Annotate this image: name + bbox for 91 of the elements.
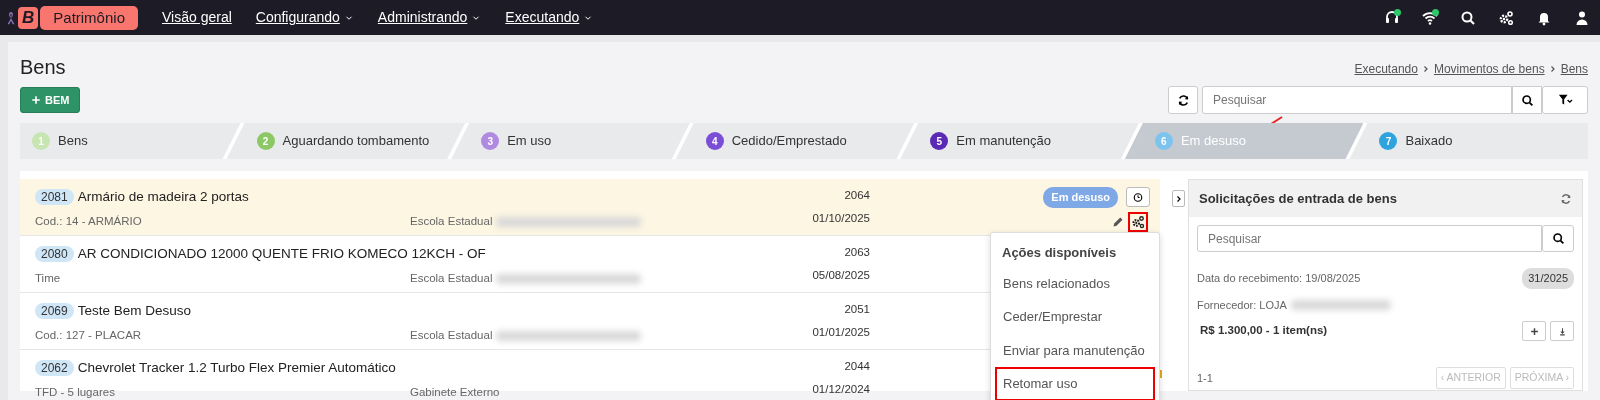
download-icon <box>1557 326 1567 336</box>
page-title: Bens <box>20 55 66 80</box>
plus-icon <box>31 95 41 105</box>
menu-item[interactable]: Bens relacionados <box>995 266 1155 300</box>
page-range: 1-1 <box>1197 370 1213 386</box>
item-location: Gabinete Externo <box>410 386 500 398</box>
search-button[interactable] <box>1512 86 1542 114</box>
item-number: 2044 <box>843 359 870 374</box>
menu-item[interactable]: Enviar para manutenção <box>995 333 1155 367</box>
plus-icon <box>1529 326 1539 336</box>
breadcrumb-link[interactable]: Executando <box>1354 60 1418 78</box>
add-button[interactable] <box>1522 321 1546 341</box>
menu-item[interactable]: Ceder/Emprestar <box>995 300 1155 334</box>
app-title[interactable]: Patrimônio <box>40 5 138 30</box>
search-icon[interactable] <box>1460 9 1476 26</box>
step-number: 3 <box>481 132 500 150</box>
receipt-date: Data do recebimento: 19/08/2025 <box>1197 271 1361 286</box>
step-number: 1 <box>32 132 50 150</box>
add-button[interactable]: BEM <box>20 86 81 114</box>
item-subtitle: Cod.: 127 - PLACAR <box>35 328 143 344</box>
refresh-button[interactable] <box>1168 86 1198 114</box>
step-number: 6 <box>1154 132 1173 150</box>
search-button[interactable] <box>1542 225 1574 252</box>
step-tab[interactable]: 1 Bens <box>20 123 241 159</box>
history-button[interactable] <box>1126 187 1150 208</box>
refresh-icon[interactable] <box>1560 192 1572 205</box>
item-title: AR CONDICIONADO 12000 QUENTE FRIO KOMECO 12KCH - OF <box>77 246 486 261</box>
breadcrumb-link[interactable]: Movimentos de bens <box>1433 60 1545 78</box>
item-date: 01/01/2025 <box>811 325 870 341</box>
search-icon <box>1551 232 1565 245</box>
request-number: 31/2025 <box>1522 268 1574 289</box>
status-badge: Em desuso <box>1043 187 1118 208</box>
filter-button[interactable] <box>1542 86 1588 114</box>
user-icon[interactable] <box>1574 9 1590 26</box>
menu-header: Ações disponíveis <box>1001 244 1118 262</box>
gears-icon <box>1131 214 1145 229</box>
item-date: 01/12/2024 <box>811 382 870 398</box>
step-number: 5 <box>930 132 949 150</box>
step-tab[interactable]: 2 Aguardando tombamento <box>226 123 466 159</box>
item-number: 2064 <box>843 188 870 203</box>
step-tab[interactable]: 4 Cedido/Emprestado <box>675 123 915 159</box>
item-location: Escola Estadual <box>410 329 493 341</box>
item-number: 2051 <box>843 302 870 317</box>
breadcrumb-link[interactable]: Bens <box>1560 60 1588 78</box>
item-date: 01/10/2025 <box>811 211 870 227</box>
item-location: Escola Estadual <box>410 272 493 284</box>
item-code: 2081 <box>35 189 74 205</box>
item-location: Escola Estadual <box>410 215 493 227</box>
selected-row[interactable]: 2081 Armário de madeira 2 portas Cod.: 14 - ARMÁRIO Escola Estadual 2064 01/10/2025 Em desuso <box>20 179 1160 236</box>
search-icon <box>1520 93 1534 107</box>
item-code: 2080 <box>35 246 74 262</box>
item-subtitle: Time <box>35 271 62 287</box>
step-number: 4 <box>705 132 724 150</box>
gears-icon[interactable] <box>1498 9 1514 26</box>
chevron-right-icon <box>1174 194 1183 203</box>
pencil-icon[interactable] <box>1112 215 1124 228</box>
nav-menu-item[interactable]: Visão geral <box>162 7 232 28</box>
step-tab[interactable]: 7 Baixado <box>1349 123 1589 159</box>
item-subtitle: TFD - 5 lugares <box>35 385 116 400</box>
search-field[interactable]: Pesquisar <box>1202 86 1512 114</box>
item-title: Teste Bem Desuso <box>77 303 191 318</box>
collapse-button[interactable] <box>1172 190 1185 207</box>
chevron-right-icon <box>1548 65 1557 73</box>
item-number: 2063 <box>843 245 870 260</box>
headset-icon[interactable] <box>1384 9 1400 26</box>
actions-button[interactable] <box>1128 211 1148 232</box>
search-field[interactable]: Pesquisar <box>1197 225 1542 252</box>
nav-menu-item[interactable]: Configurando <box>255 7 354 28</box>
total-text: R$ 1.300,00 - 1 item(ns) <box>1200 323 1328 339</box>
item-code: 2069 <box>35 303 74 319</box>
step-number: 2 <box>256 132 275 150</box>
wifi-icon[interactable] <box>1422 9 1438 26</box>
item-code: 2062 <box>35 360 74 376</box>
clock-icon <box>1133 191 1143 203</box>
step-tab[interactable]: 5 Em manutenção <box>900 123 1139 159</box>
item-title: Chevrolet Tracker 1.2 Turbo Flex Premier Automático <box>77 360 396 375</box>
step-number: 7 <box>1379 132 1398 150</box>
supplier-text: Fornecedor: LOJA <box>1197 297 1287 313</box>
nav-menu-item[interactable]: Administrando <box>377 7 482 28</box>
step-tab[interactable]: 3 Em uso <box>451 123 690 159</box>
logo[interactable]: B <box>18 6 39 29</box>
item-subtitle: Cod.: 14 - ARMÁRIO <box>35 214 143 230</box>
item-title: Armário de madeira 2 portas <box>77 189 249 204</box>
item-date: 05/08/2025 <box>811 268 870 284</box>
filter-icon <box>1557 93 1573 107</box>
download-button[interactable] <box>1550 321 1574 341</box>
chevron-right-icon <box>1421 65 1430 73</box>
refresh-icon <box>1176 93 1190 107</box>
panel-title: Solicitações de entrada de bens <box>1199 189 1397 208</box>
menu-item[interactable]: Retomar uso <box>995 367 1155 400</box>
nav-menu-item[interactable]: Executando <box>505 7 594 28</box>
